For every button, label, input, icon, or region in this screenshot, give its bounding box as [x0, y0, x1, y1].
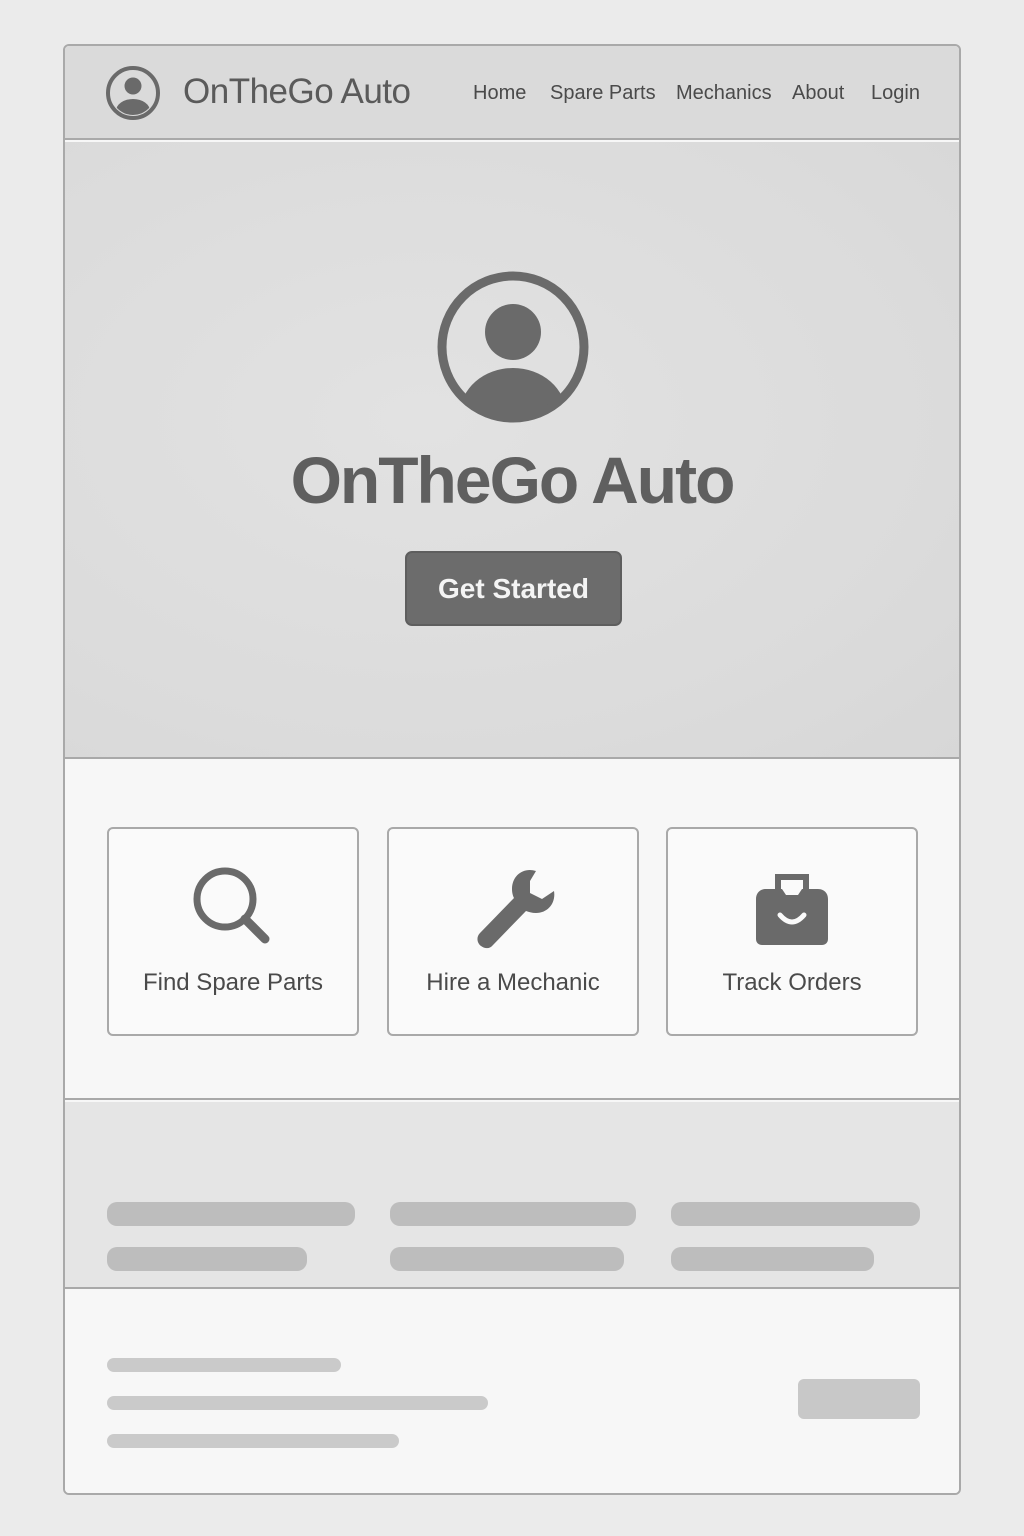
get-started-button[interactable]: Get Started: [405, 551, 622, 626]
placeholder-line: [390, 1247, 624, 1271]
placeholder-line: [390, 1202, 636, 1226]
page-frame: OnTheGo Auto Home Spare Parts Mechanics …: [63, 44, 961, 1495]
main-nav: Home Spare Parts Mechanics About Login: [65, 82, 959, 106]
placeholder-line: [107, 1396, 488, 1410]
card-label: Hire a Mechanic: [426, 969, 600, 996]
hero-title: OnTheGo Auto: [290, 443, 736, 517]
placeholder-line: [107, 1358, 341, 1372]
site-header: OnTheGo Auto Home Spare Parts Mechanics …: [65, 46, 959, 140]
features-section: Find Spare Parts Hire a Mechanic Track O…: [65, 761, 959, 1100]
card-label: Track Orders: [722, 969, 862, 996]
placeholder-line: [671, 1247, 874, 1271]
placeholder-line: [107, 1202, 355, 1226]
nav-spare-parts[interactable]: Spare Parts: [550, 82, 656, 105]
placeholder-line: [671, 1202, 920, 1226]
placeholder-line: [107, 1247, 307, 1271]
nav-mechanics[interactable]: Mechanics: [676, 82, 772, 105]
footer-section: [65, 1291, 959, 1493]
nav-about[interactable]: About: [792, 82, 844, 105]
placeholder-line: [107, 1434, 399, 1448]
hero-section: OnTheGo Auto Get Started: [65, 142, 959, 759]
bag-icon: [756, 874, 828, 945]
hire-mechanic-card[interactable]: Hire a Mechanic: [387, 827, 639, 1036]
wrench-icon: [477, 869, 555, 949]
info-columns-placeholder: [65, 1102, 959, 1289]
find-spare-parts-card[interactable]: Find Spare Parts: [107, 827, 359, 1036]
nav-home[interactable]: Home: [473, 82, 526, 105]
user-avatar-icon: [437, 271, 589, 423]
search-icon: [193, 867, 270, 944]
track-orders-card[interactable]: Track Orders: [666, 827, 918, 1036]
nav-login[interactable]: Login: [871, 82, 920, 105]
footer-button-placeholder[interactable]: [798, 1379, 920, 1419]
card-label: Find Spare Parts: [142, 969, 324, 996]
